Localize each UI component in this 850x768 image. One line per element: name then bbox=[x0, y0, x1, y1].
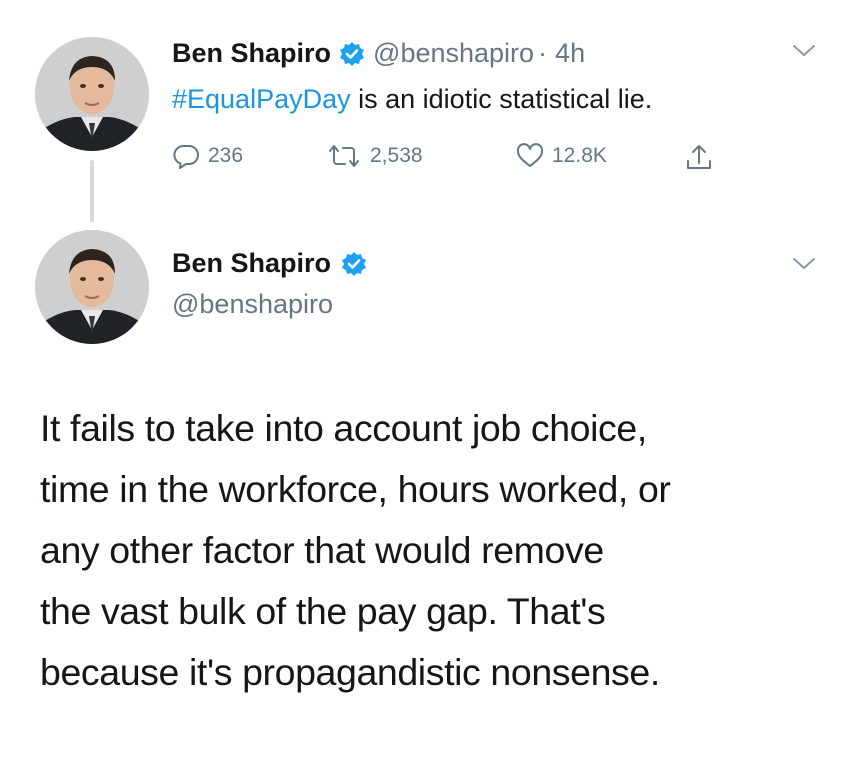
reply-count: 236 bbox=[208, 144, 244, 167]
tweet-header: Ben Shapiro @benshapiro · 4h bbox=[172, 38, 585, 69]
tweet-menu-button[interactable] bbox=[791, 255, 817, 278]
tweet-time[interactable]: 4h bbox=[555, 38, 585, 69]
hashtag-link[interactable]: #EqualPayDay bbox=[172, 84, 351, 114]
tweet-text: #EqualPayDay is an idiotic statistical l… bbox=[172, 84, 652, 115]
retweet-count: 2,538 bbox=[370, 144, 423, 167]
retweet-button[interactable]: 2,538 bbox=[326, 143, 423, 169]
like-button[interactable]: 12.8K bbox=[516, 143, 607, 169]
author-handle[interactable]: @benshapiro bbox=[373, 38, 534, 69]
tweet-text-line: time in the workforce, hours worked, or bbox=[40, 468, 671, 510]
share-icon bbox=[687, 145, 711, 169]
author-handle[interactable]: @benshapiro bbox=[172, 289, 333, 320]
person-avatar-image bbox=[35, 230, 149, 344]
chevron-down-icon bbox=[793, 258, 815, 270]
tweet-text-line: because it's propagandistic nonsense. bbox=[40, 651, 660, 693]
verified-badge-icon bbox=[341, 251, 367, 277]
tweet-text-line: any other factor that would remove bbox=[40, 529, 604, 571]
tweet-text: It fails to take into account job choice… bbox=[40, 398, 830, 703]
tweet-text-line: It fails to take into account job choice… bbox=[40, 407, 647, 449]
heart-icon bbox=[516, 143, 544, 167]
time-separator: · bbox=[538, 38, 548, 68]
avatar[interactable] bbox=[35, 37, 149, 151]
person-avatar-image bbox=[35, 37, 149, 151]
avatar[interactable] bbox=[35, 230, 149, 344]
thread-connector-line bbox=[90, 160, 94, 222]
share-button[interactable] bbox=[684, 143, 714, 173]
author-name[interactable]: Ben Shapiro bbox=[172, 38, 331, 69]
verified-badge-icon bbox=[339, 41, 365, 67]
like-count: 12.8K bbox=[552, 144, 607, 167]
author-name[interactable]: Ben Shapiro bbox=[172, 248, 331, 279]
tweet-menu-button[interactable] bbox=[791, 42, 817, 65]
tweet-header: Ben Shapiro bbox=[172, 248, 367, 279]
reply-icon bbox=[173, 145, 199, 169]
reply-button[interactable]: 236 bbox=[172, 143, 243, 169]
tweet-text-body: is an idiotic statistical lie. bbox=[350, 84, 653, 114]
retweet-icon bbox=[329, 145, 359, 167]
tweet-text-line: the vast bulk of the pay gap. That's bbox=[40, 590, 606, 632]
chevron-down-icon bbox=[793, 45, 815, 57]
